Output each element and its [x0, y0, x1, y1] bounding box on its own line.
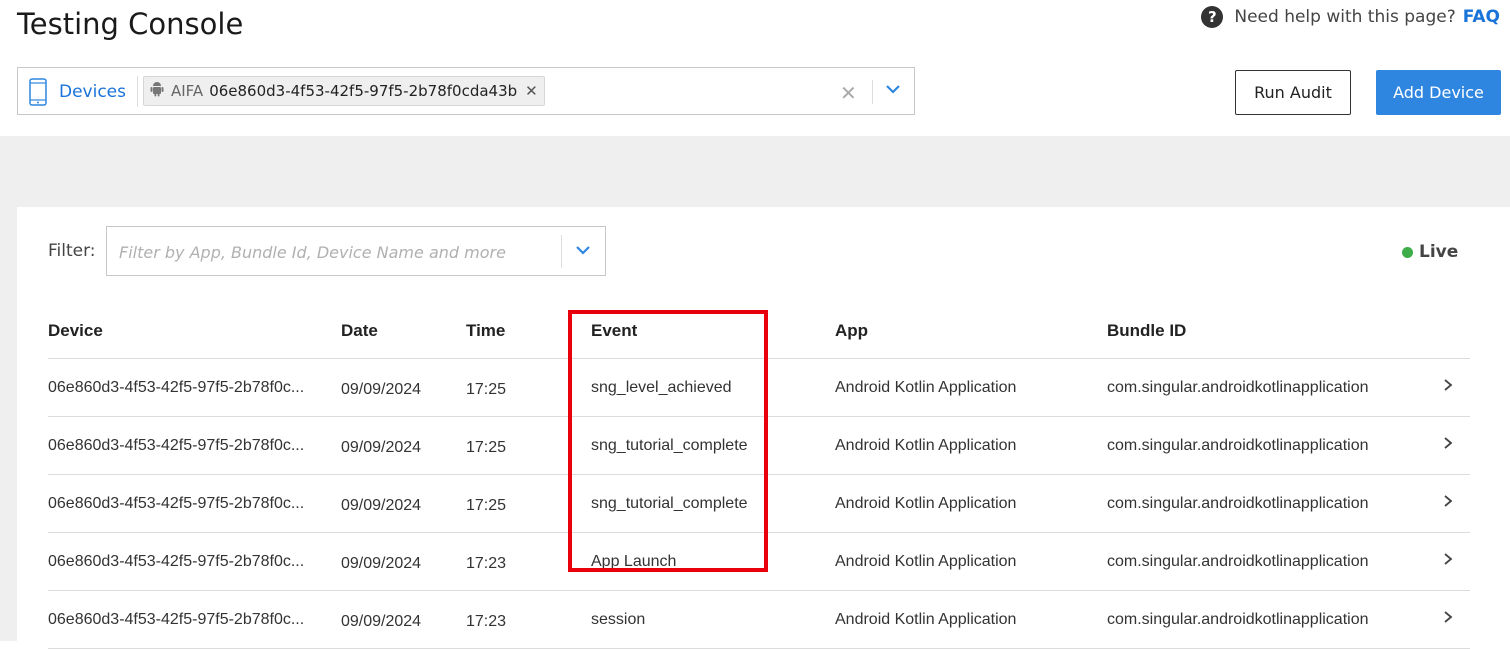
chevron-down-icon[interactable]	[575, 243, 591, 261]
cell-date: 09/09/2024	[341, 358, 466, 417]
cell-device: 06e860d3-4f53-42f5-97f5-2b78f0c...	[48, 416, 341, 475]
live-label: Live	[1419, 242, 1459, 262]
chevron-right-icon[interactable]	[1425, 532, 1470, 591]
chevron-right-icon[interactable]	[1425, 416, 1470, 475]
cell-bundle-id: com.singular.androidkotlinapplication	[1107, 416, 1425, 475]
table-row[interactable]: 06e860d3-4f53-42f5-97f5-2b78f0c... 09/09…	[48, 532, 1470, 591]
events-table: Device Date Time Event App Bundle ID 06e…	[48, 304, 1470, 649]
column-header-time: Time	[466, 304, 591, 359]
clear-selection-icon[interactable]: ✕	[840, 81, 857, 106]
cell-app: Android Kotlin Application	[835, 474, 1107, 533]
events-panel: Filter: Filter by App, Bundle Id, Device…	[17, 207, 1510, 649]
cell-device: 06e860d3-4f53-42f5-97f5-2b78f0c...	[48, 532, 341, 591]
column-header-device: Device	[48, 304, 341, 359]
table-row[interactable]: 06e860d3-4f53-42f5-97f5-2b78f0c... 09/09…	[48, 358, 1470, 417]
add-device-button[interactable]: Add Device	[1376, 70, 1501, 115]
column-header-bundle-id: Bundle ID	[1107, 304, 1425, 359]
filter-input[interactable]: Filter by App, Bundle Id, Device Name an…	[106, 226, 606, 276]
cell-app: Android Kotlin Application	[835, 358, 1107, 417]
chip-type: AIFA	[171, 82, 204, 100]
cell-date: 09/09/2024	[341, 416, 466, 475]
device-chip[interactable]: AIFA 06e860d3-4f53-42f5-97f5-2b78f0cda43…	[143, 76, 545, 106]
chevron-down-icon[interactable]	[885, 82, 901, 100]
cell-time: 17:23	[466, 532, 591, 591]
chevron-right-icon[interactable]	[1425, 474, 1470, 533]
chevron-right-icon[interactable]	[1425, 358, 1470, 417]
cell-date: 09/09/2024	[341, 474, 466, 533]
android-icon	[150, 81, 164, 101]
cell-device: 06e860d3-4f53-42f5-97f5-2b78f0c...	[48, 358, 341, 417]
filter-label: Filter:	[48, 241, 96, 261]
column-header-date: Date	[341, 304, 466, 359]
divider	[872, 80, 873, 104]
chip-value: 06e860d3-4f53-42f5-97f5-2b78f0cda43b	[209, 82, 518, 100]
table-row[interactable]: 06e860d3-4f53-42f5-97f5-2b78f0c... 09/09…	[48, 416, 1470, 475]
live-dot-icon	[1402, 246, 1413, 258]
cell-app: Android Kotlin Application	[835, 416, 1107, 475]
cell-device: 06e860d3-4f53-42f5-97f5-2b78f0c...	[48, 590, 341, 649]
page-title: Testing Console	[17, 7, 244, 41]
close-icon[interactable]: ✕	[525, 82, 538, 100]
cell-device: 06e860d3-4f53-42f5-97f5-2b78f0c...	[48, 474, 341, 533]
filter-placeholder: Filter by App, Bundle Id, Device Name an…	[119, 243, 506, 262]
cell-app: Android Kotlin Application	[835, 590, 1107, 649]
table-row[interactable]: 06e860d3-4f53-42f5-97f5-2b78f0c... 09/09…	[48, 474, 1470, 533]
divider	[561, 235, 562, 268]
help-text: Need help with this page?	[1234, 7, 1456, 27]
faq-link[interactable]: FAQ	[1463, 7, 1500, 27]
run-audit-button[interactable]: Run Audit	[1235, 70, 1351, 115]
cell-app: Android Kotlin Application	[835, 532, 1107, 591]
phone-icon	[29, 78, 47, 111]
question-circle-icon[interactable]: ?	[1201, 6, 1224, 28]
cell-time: 17:25	[466, 474, 591, 533]
cell-date: 09/09/2024	[341, 532, 466, 591]
table-row[interactable]: 06e860d3-4f53-42f5-97f5-2b78f0c... 09/09…	[48, 590, 1470, 649]
cell-event: sng_tutorial_complete	[591, 416, 835, 475]
cell-bundle-id: com.singular.androidkotlinapplication	[1107, 358, 1425, 417]
cell-event: sng_tutorial_complete	[591, 474, 835, 533]
device-selector[interactable]: Devices AIFA 06e860d3-4f53-42f5-97f5-2b7…	[17, 67, 915, 115]
cell-date: 09/09/2024	[341, 590, 466, 649]
cell-event: sng_level_achieved	[591, 358, 835, 417]
cell-bundle-id: com.singular.androidkotlinapplication	[1107, 590, 1425, 649]
cell-time: 17:25	[466, 358, 591, 417]
cell-bundle-id: com.singular.androidkotlinapplication	[1107, 532, 1425, 591]
column-header-actions	[1425, 304, 1470, 359]
cell-event: session	[591, 590, 835, 649]
divider	[137, 76, 138, 107]
cell-time: 17:25	[466, 416, 591, 475]
devices-label[interactable]: Devices	[59, 82, 126, 102]
cell-bundle-id: com.singular.androidkotlinapplication	[1107, 474, 1425, 533]
cell-event: App Launch	[591, 532, 835, 591]
help-bar: ? Need help with this page? FAQ	[1201, 4, 1500, 30]
column-header-app: App	[835, 304, 1107, 359]
cell-time: 17:23	[466, 590, 591, 649]
chevron-right-icon[interactable]	[1425, 590, 1470, 649]
live-indicator: Live	[1402, 242, 1458, 262]
column-header-event: Event	[591, 304, 835, 359]
table-header-row: Device Date Time Event App Bundle ID	[48, 304, 1470, 359]
